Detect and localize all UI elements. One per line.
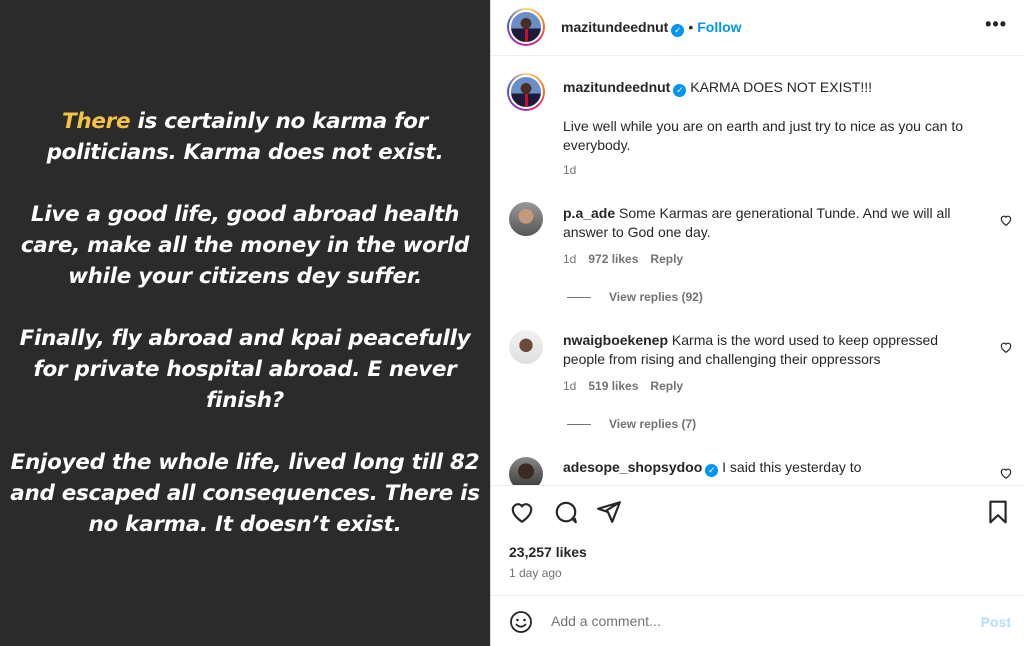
separator-dot: • [688,19,694,35]
caption-line2: Live well while you are on earth and jus… [563,118,963,153]
comment-time: 1d [563,379,577,393]
comment-body: I said this yesterday to [722,459,862,475]
commenter-avatar[interactable] [509,202,543,236]
post-paragraph-4: Enjoyed the whole life, lived long till … [10,450,480,537]
emoji-icon[interactable] [509,610,533,634]
caption-username[interactable]: mazitundeednut [563,79,670,95]
comment-text: nwaigboekenep Karma is the word used to … [563,331,973,369]
more-options-icon[interactable]: ••• [985,14,1007,35]
comment-body: Some Karmas are generational Tunde. And … [563,205,951,240]
action-bar: 23,257 likes 1 day ago [491,485,1024,595]
add-comment-input[interactable] [551,610,951,632]
divider-line [567,424,591,426]
verified-badge-icon: ✓ [705,464,719,477]
comment-username[interactable]: nwaigboekenep [563,332,668,348]
comment-bubble-icon[interactable] [553,499,579,525]
comment-username[interactable]: adesope_shopsydoo [563,459,702,475]
verified-badge-icon: ✓ [673,84,687,97]
comment-text: adesope_shopsydoo ✓ I said this yesterday… [563,458,973,477]
author-username[interactable]: mazitundeednut [561,19,668,35]
commenter-avatar[interactable] [509,457,543,485]
like-comment-heart-icon[interactable] [999,466,1013,480]
comment-text: p.a_ade Some Karmas are generational Tun… [563,204,973,242]
post-paragraph-1: There is certainly no karma for politici… [0,106,490,168]
post-paragraph-3: Finally, fly abroad and kpai peacefully … [19,326,471,413]
post-image: There is certainly no karma for politici… [0,0,490,646]
add-comment-bar: Post [491,595,1024,646]
save-bookmark-icon[interactable] [985,499,1011,525]
highlighted-word: There [62,109,131,134]
post-comment-button[interactable]: Post [981,614,1011,630]
verified-badge-icon: ✓ [671,24,685,37]
post-header: mazitundeednut ✓ • Follow ••• [491,0,1024,56]
post-side-panel: mazitundeednut ✓ • Follow ••• mazitundeednu… [490,0,1024,646]
comment-meta: 1d 972 likes Reply [563,252,683,266]
author-info: mazitundeednut ✓ • Follow [561,19,742,37]
commenter-avatar[interactable] [509,330,543,364]
reply-button[interactable]: Reply [650,252,683,266]
post-time-ago: 1 day ago [509,566,562,580]
follow-button[interactable]: Follow [697,19,741,35]
comment-meta: 1d 519 likes Reply [563,379,683,393]
share-send-icon[interactable] [596,499,622,525]
comment-likes[interactable]: 972 likes [588,252,638,266]
caption-avatar[interactable] [507,73,545,111]
like-heart-icon[interactable] [509,499,535,525]
caption-text: mazitundeednut ✓ KARMA DOES NOT EXIST!!! [563,78,973,97]
view-replies-label: View replies (92) [609,290,703,304]
like-comment-heart-icon[interactable] [999,213,1013,227]
comment-time: 1d [563,252,577,266]
caption-time: 1d [563,163,577,177]
view-replies-button[interactable]: View replies (7) [567,417,696,431]
comment-likes[interactable]: 519 likes [588,379,638,393]
comment-username[interactable]: p.a_ade [563,205,615,221]
post-paragraph-2: Live a good life, good abroad health car… [20,202,470,289]
like-comment-heart-icon[interactable] [999,340,1013,354]
likes-count[interactable]: 23,257 likes [509,544,587,560]
view-replies-button[interactable]: View replies (92) [567,290,703,304]
author-avatar[interactable] [507,8,545,46]
view-replies-label: View replies (7) [609,417,697,431]
post-image-text: There is certainly no karma for politici… [0,106,490,571]
divider-line [567,297,591,299]
reply-button[interactable]: Reply [650,379,683,393]
comments-list[interactable]: mazitundeednut ✓ KARMA DOES NOT EXIST!!! … [491,57,1024,485]
caption-line1: KARMA DOES NOT EXIST!!! [690,79,873,95]
